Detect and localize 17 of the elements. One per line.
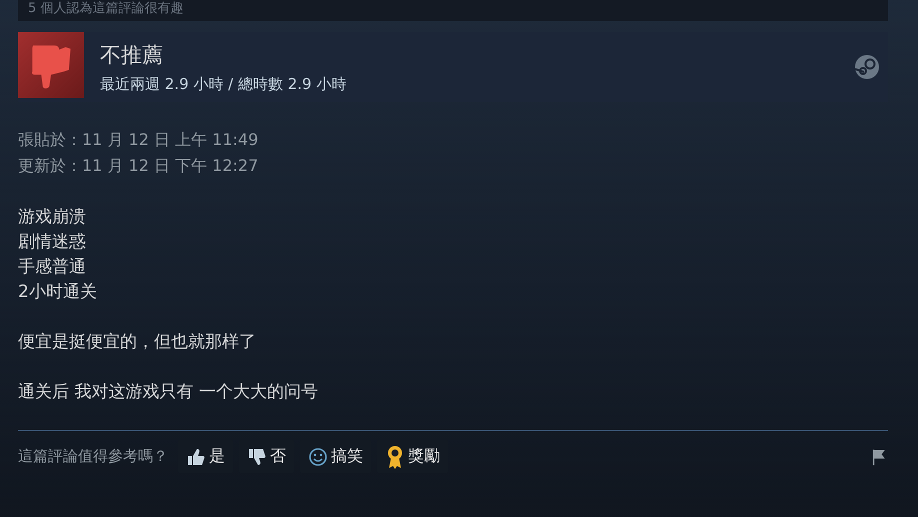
- post-date: 更新於：11 月 12 日 下午 12:27: [18, 155, 260, 177]
- smiley-icon: [308, 446, 328, 466]
- review-line: 便宜是挺便宜的，但也就那样了: [18, 331, 257, 354]
- post-date: 張貼於：11 月 12 日 上午 11:49: [18, 129, 260, 151]
- funny-count: 5 個人認為這篇評論很有趣: [28, 0, 184, 18]
- review-line: 手感普通: [18, 256, 87, 279]
- thumbs-up-icon: [186, 446, 206, 466]
- review-line: 通关后 我对这游戏只有 一个大大的问号: [18, 381, 319, 404]
- review-line: 剧情迷惑: [18, 231, 87, 254]
- helpful-prompt: 這篇評論值得參考嗎？: [18, 447, 168, 466]
- award-ribbon-icon: [385, 444, 405, 468]
- review-line: 2小时通关: [18, 281, 98, 304]
- steam-logo-icon: [854, 54, 880, 80]
- playtime: 最近兩週 2.9 小時 / 總時數 2.9 小時: [100, 74, 348, 94]
- thumbs-down-icon: [247, 446, 267, 466]
- verdict: 不推薦: [100, 42, 164, 68]
- review-line: 游戏崩溃: [18, 206, 87, 229]
